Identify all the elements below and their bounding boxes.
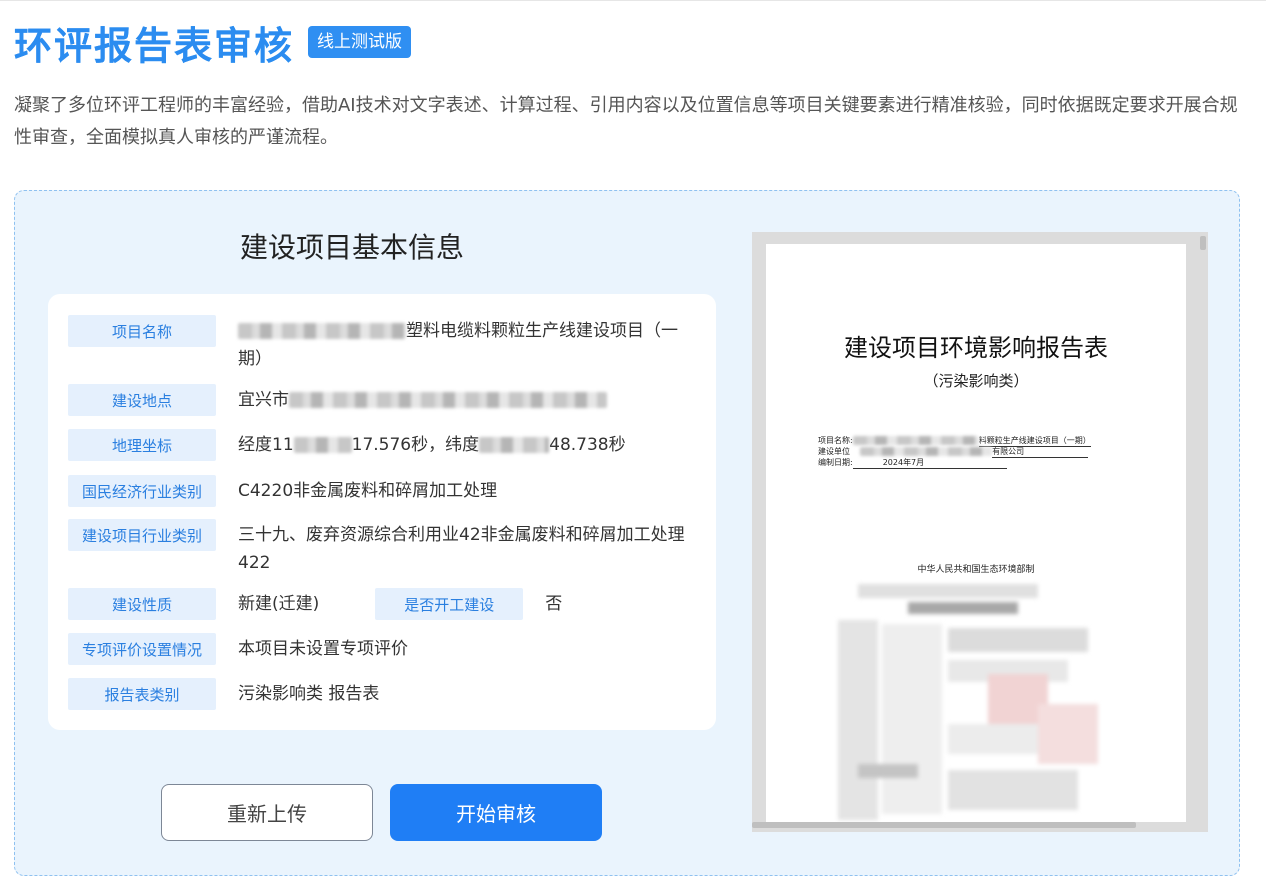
industry-label: 国民经济行业类别 [68,475,216,507]
coords-value: 经度11 17.576秒，纬度 48.738秒 [238,435,626,455]
special-label: 专项评价设置情况 [68,633,216,665]
row-project-name: 项目名称 塑料电缆料颗粒生产线建设项目（一期） [68,315,698,373]
doc-line-date: 编制日期: 2024年7月 [818,458,1007,469]
document-page: 建设项目环境影响报告表 （污染影响类） 项目名称: 料颗粒生产线建设项目（一期） … [766,244,1186,822]
project-industry-label: 建设项目行业类别 [68,519,216,551]
preview-horizontal-scrollbar[interactable] [752,822,1136,828]
project-industry-value: 三十九、废弃资源综合利用业42非金属废料和碎屑加工处理422 [238,525,685,573]
project-name-label: 项目名称 [68,315,216,347]
started-value: 否 [545,594,563,614]
page-description: 凝聚了多位环评工程师的丰富经验，借助AI技术对文字表述、计算过程、引用内容以及位… [14,95,1238,148]
report-type-label: 报告表类别 [68,678,216,710]
redacted-text [479,437,550,453]
redacted-text [852,436,979,445]
report-type-value: 污染影响类 报告表 [238,684,380,704]
row-industry: 国民经济行业类别 C4220非金属废料和碎屑加工处理 [68,475,497,507]
redacted-text [238,323,406,339]
started-label: 是否开工建设 [375,588,524,620]
coords-label: 地理坐标 [68,429,216,461]
redacted-text [289,392,607,408]
redacted-text [293,437,352,453]
page-title: 环评报告表审核 [14,15,294,70]
redacted-text [860,447,993,456]
doc-ministry: 中华人民共和国生态环境部制 [917,565,1035,575]
project-name-value: 塑料电缆料颗粒生产线建设项目（一期） [238,321,678,369]
project-info-card: 项目名称 塑料电缆料颗粒生产线建设项目（一期） 建设地点 宜兴市 地理坐标 经度… [48,294,716,730]
start-review-button[interactable]: 开始审核 [390,784,602,841]
doc-line-project: 项目名称: 料颗粒生产线建设项目（一期） [818,436,1091,447]
row-location: 建设地点 宜兴市 [68,384,607,416]
location-label: 建设地点 [68,384,216,416]
document-preview[interactable]: 建设项目环境影响报告表 （污染影响类） 项目名称: 料颗粒生产线建设项目（一期） … [752,232,1208,832]
info-section-title: 建设项目基本信息 [240,231,465,264]
industry-value: C4220非金属废料和碎屑加工处理 [238,481,498,501]
row-nature: 建设性质 新建(迁建) 是否开工建设 否 [68,588,562,620]
doc-line-unit: 建设单位 有限公司 [818,447,1089,458]
doc-subtitle: （污染影响类） [923,372,1029,390]
row-coords: 地理坐标 经度11 17.576秒，纬度 48.738秒 [68,429,626,461]
blurred-document-content [838,584,1118,822]
version-badge: 线上测试版 [308,26,412,58]
preview-vertical-scrollbar[interactable] [1200,236,1206,250]
row-special: 专项评价设置情况 本项目未设置专项评价 [68,633,408,665]
special-value: 本项目未设置专项评价 [238,639,408,659]
row-report-type: 报告表类别 污染影响类 报告表 [68,678,379,710]
nature-value: 新建(迁建) [238,594,320,614]
nature-label: 建设性质 [68,588,216,620]
location-value: 宜兴市 [238,384,607,416]
row-project-industry: 建设项目行业类别 三十九、废弃资源综合利用业42非金属废料和碎屑加工处理422 [68,519,698,577]
reupload-button[interactable]: 重新上传 [161,784,373,841]
top-divider [0,0,1266,1]
page-header: 环评报告表审核 线上测试版 [14,14,412,70]
doc-title: 建设项目环境影响报告表 [844,334,1108,362]
